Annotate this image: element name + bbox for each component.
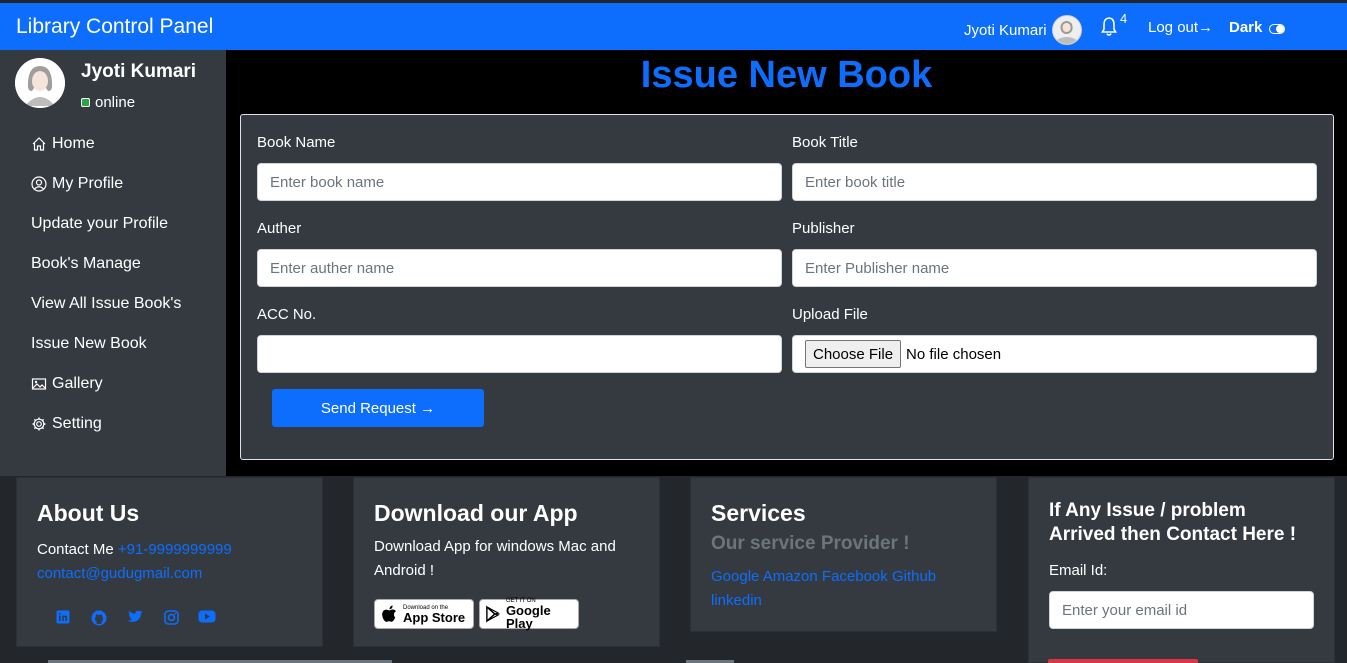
acc-no-input[interactable] <box>257 335 782 373</box>
sidebar-item-label: Setting <box>52 415 102 432</box>
author-input[interactable] <box>257 249 782 287</box>
submit-button-edge[interactable] <box>1048 659 1198 663</box>
status-text: online <box>95 94 136 111</box>
sidebar-item-label: Update your Profile <box>31 215 168 232</box>
top-navbar: Library Control Panel Jyoti Kumari 4 Log… <box>0 0 1347 50</box>
sidebar-item-books-manage[interactable]: Book's Manage <box>31 244 181 284</box>
sidebar-item-label: Book's Manage <box>31 255 141 272</box>
sidebar-item-issue-new-book[interactable]: Issue New Book <box>31 324 181 364</box>
file-status-text: No file chosen <box>906 345 1002 363</box>
acc-no-label: ACC No. <box>257 306 317 323</box>
send-request-button[interactable]: Send Request → <box>272 389 484 427</box>
services-links: Google Amazon Facebook Github linkedin <box>711 565 936 613</box>
issue-book-form: Book Name Book Title Auther Publisher AC… <box>240 114 1334 460</box>
sidebar-item-label: My Profile <box>52 175 124 192</box>
book-name-input[interactable] <box>257 163 782 201</box>
about-heading: About Us <box>37 500 140 526</box>
services-heading: Services <box>711 500 806 526</box>
sidebar-item-my-profile[interactable]: My Profile <box>31 164 181 204</box>
services-subheading: Our service Provider ! <box>711 533 910 554</box>
sidebar-nav: Home My Profile Update your Profile Book… <box>31 124 181 444</box>
contact-heading: If Any Issue / problem Arrived then Cont… <box>1049 499 1296 547</box>
contact-card: If Any Issue / problem Arrived then Cont… <box>1028 477 1335 663</box>
download-app-card: Download our App Download App for window… <box>353 477 660 647</box>
footer: About Us Contact Me +91-9999999999 conta… <box>0 476 1347 663</box>
bell-icon[interactable] <box>1100 17 1118 37</box>
book-title-input[interactable] <box>792 163 1317 201</box>
sidebar-item-label: Home <box>52 135 95 152</box>
sidebar: Jyoti Kumari online Home My Profile Upda… <box>0 50 226 476</box>
publisher-label: Publisher <box>792 220 855 237</box>
services-links-line1[interactable]: Google Amazon Facebook Github <box>711 568 936 585</box>
app-text-line1: Download App for windows Mac and <box>374 538 616 555</box>
author-label: Auther <box>257 220 302 237</box>
online-status: online <box>81 94 135 111</box>
sidebar-item-view-issue-books[interactable]: View All Issue Book's <box>31 284 181 324</box>
sidebar-item-update-profile[interactable]: Update your Profile <box>31 204 181 244</box>
publisher-input[interactable] <box>792 249 1317 287</box>
services-card: Services Our service Provider ! Google A… <box>690 477 997 632</box>
logout-link[interactable]: Log out→ <box>1148 19 1213 36</box>
linkedin-icon[interactable] <box>45 610 81 626</box>
app-store-badge[interactable]: Download on the App Store <box>374 599 474 629</box>
sidebar-avatar <box>15 58 65 108</box>
theme-label: Dark <box>1229 19 1263 36</box>
book-title-label: Book Title <box>792 134 858 151</box>
brand-title[interactable]: Library Control Panel <box>16 15 213 39</box>
sidebar-item-label: Issue New Book <box>31 335 147 352</box>
home-icon <box>32 137 46 151</box>
google-play-badge[interactable]: GET IT ON Google Play <box>479 598 579 631</box>
email-link[interactable]: contact@gudugmail.com <box>37 565 202 582</box>
upload-file-label: Upload File <box>792 306 868 323</box>
contact-heading-line2: Arrived then Contact Here ! <box>1049 524 1297 545</box>
email-label: Email Id: <box>1049 562 1108 579</box>
contact-heading-line1: If Any Issue / problem <box>1049 500 1246 521</box>
main-content: Issue New Book Book Name Book Title Auth… <box>226 50 1347 476</box>
sidebar-item-home[interactable]: Home <box>31 124 181 164</box>
sidebar-item-setting[interactable]: Setting <box>31 404 181 444</box>
choose-file-button[interactable]: Choose File <box>805 340 902 368</box>
file-upload-field: Choose File No file chosen <box>792 335 1317 373</box>
apple-icon <box>382 605 396 622</box>
book-name-label: Book Name <box>257 134 336 151</box>
sidebar-item-label: View All Issue Book's <box>31 295 182 312</box>
sidebar-item-gallery[interactable]: Gallery <box>31 364 181 404</box>
app-description: Download App for windows Mac and Android… <box>374 535 616 583</box>
dark-mode-toggle[interactable] <box>1269 24 1285 34</box>
gear-icon <box>32 417 46 431</box>
contact-prefix: Contact Me <box>37 541 114 558</box>
sidebar-item-label: Gallery <box>52 375 103 392</box>
social-links <box>45 610 225 626</box>
navbar-user[interactable]: Jyoti Kumari <box>964 15 1082 45</box>
about-us-card: About Us Contact Me +91-9999999999 conta… <box>16 477 323 647</box>
instagram-icon[interactable] <box>153 610 189 626</box>
services-links-line2[interactable]: linkedin <box>711 592 762 609</box>
youtube-icon[interactable] <box>189 610 225 626</box>
page-title: Issue New Book <box>640 54 933 96</box>
navbar-avatar <box>1051 15 1082 45</box>
contact-line: Contact Me +91-9999999999 contact@gudugm… <box>37 538 232 586</box>
navbar-user-name: Jyoti Kumari <box>964 21 1047 39</box>
notification-count: 4 <box>1120 11 1128 26</box>
appstore-big-text: App Store <box>403 609 466 625</box>
app-text-line2: Android ! <box>374 562 435 579</box>
user-circle-icon <box>31 176 47 192</box>
github-icon[interactable] <box>81 610 117 626</box>
googleplay-big-text: Google Play <box>505 603 551 631</box>
google-play-icon <box>486 605 500 623</box>
twitter-icon[interactable] <box>117 610 153 626</box>
contact-email-input[interactable] <box>1049 591 1314 629</box>
status-dot-icon <box>81 98 90 107</box>
app-heading: Download our App <box>374 500 578 526</box>
sidebar-user-name: Jyoti Kumari <box>81 61 197 82</box>
phone-link[interactable]: +91-9999999999 <box>118 541 232 558</box>
image-icon <box>31 378 47 390</box>
